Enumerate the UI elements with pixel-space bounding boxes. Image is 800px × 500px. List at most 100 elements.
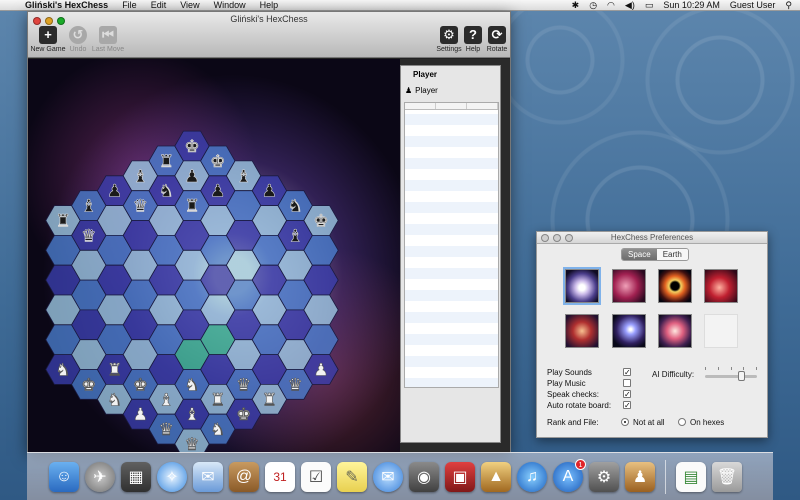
white-piece[interactable]: ♚ <box>81 375 97 396</box>
black-piece[interactable]: ♝ <box>132 167 148 188</box>
itunes-icon[interactable]: ♫ <box>517 461 547 492</box>
white-piece[interactable]: ♞ <box>210 420 226 441</box>
white-piece[interactable]: ♝ <box>184 405 200 426</box>
black-piece[interactable]: ♝ <box>236 167 252 188</box>
black-piece[interactable]: ♜ <box>184 196 200 217</box>
hex-board[interactable]: ♜ ♞ ♝ ♛ ♚ ♟ ♜ ♞ ♝ ♛ ♚ ♟ ♜ ♞ ♝ ♛ ♚ ♟ ♜ ♞ ♝ ♛ ♚ ♟ ♜ ♞ ♝ ♛ ♚ ♟ ♜ ♞ ♝ ♛ ♚ ♟ <box>28 59 400 452</box>
white-piece[interactable]: ♞ <box>184 375 200 396</box>
launchpad-icon[interactable]: ✈ <box>85 461 115 492</box>
menubar-user[interactable]: Guest User <box>730 0 776 10</box>
white-piece[interactable]: ♛ <box>287 375 303 396</box>
finder-icon[interactable]: ☺ <box>49 461 79 492</box>
black-piece[interactable]: ♟ <box>107 181 123 202</box>
documents-stack-icon[interactable]: ▤ <box>676 461 706 492</box>
black-piece[interactable]: ♟ <box>261 181 277 202</box>
play-sounds-checkbox[interactable]: ✓ <box>623 368 631 377</box>
white-piece[interactable]: ♛ <box>158 420 174 441</box>
menu-help[interactable]: Help <box>253 0 286 11</box>
prefs-close-button[interactable] <box>541 234 549 242</box>
white-piece[interactable]: ♜ <box>261 390 277 411</box>
prefs-zoom-button[interactable] <box>565 234 573 242</box>
battery-icon[interactable]: ▭ <box>645 0 654 11</box>
undo-label: Undo <box>69 46 87 53</box>
white-piece[interactable]: ♟ <box>313 360 329 381</box>
facetime-icon[interactable]: ◉ <box>409 461 439 492</box>
black-piece[interactable]: ♜ <box>158 152 174 173</box>
white-piece[interactable]: ♞ <box>107 390 123 411</box>
menu-file[interactable]: File <box>115 0 144 11</box>
rank-file-not-at-all-radio[interactable] <box>621 418 629 426</box>
messages-icon[interactable]: ✉ <box>373 461 403 492</box>
spotlight-icon[interactable]: ⚲ <box>785 0 792 11</box>
background-thumb-4[interactable] <box>704 269 738 303</box>
calendar-icon[interactable]: 31 <box>265 461 295 492</box>
black-piece[interactable]: ♜ <box>55 211 71 232</box>
ai-difficulty-slider[interactable] <box>705 371 757 381</box>
menubar-clock[interactable]: Sun 10:29 AM <box>663 0 720 10</box>
white-piece[interactable]: ♞ <box>55 360 71 381</box>
tab-space[interactable]: Space <box>622 249 657 260</box>
ai-difficulty-knob[interactable] <box>738 371 746 381</box>
rank-file-on-hexes-radio[interactable] <box>678 418 686 426</box>
timemachine-icon[interactable]: ◷ <box>589 0 597 11</box>
white-piece[interactable]: ♜ <box>107 360 123 381</box>
black-piece[interactable]: ♞ <box>287 196 303 217</box>
volume-icon[interactable]: ◀) <box>625 0 635 11</box>
black-piece[interactable]: ♟ <box>184 167 200 188</box>
black-piece[interactable]: ♛ <box>81 226 97 247</box>
mail-icon[interactable]: ✉ <box>193 461 223 492</box>
mission-control-icon[interactable]: ▦ <box>121 461 151 492</box>
play-music-checkbox[interactable] <box>623 379 631 387</box>
move-list-panel: Player ♟ Player <box>400 65 501 443</box>
white-piece[interactable]: ♛ <box>236 375 252 396</box>
menu-app-name[interactable]: Gliński's HexChess <box>18 0 115 11</box>
background-thumb-3[interactable] <box>658 269 692 303</box>
white-piece[interactable]: ♝ <box>158 390 174 411</box>
safari-icon[interactable]: ✧ <box>157 461 187 492</box>
ai-difficulty-label: AI Difficulty: <box>652 370 695 379</box>
white-piece[interactable]: ♜ <box>210 390 226 411</box>
black-piece[interactable]: ♝ <box>81 196 97 217</box>
black-piece[interactable]: ♛ <box>132 196 148 217</box>
last-move-button[interactable]: ⏮ Last Move <box>90 26 126 53</box>
menu-edit[interactable]: Edit <box>144 0 174 11</box>
background-thumb-7[interactable] <box>658 314 692 348</box>
menu-view[interactable]: View <box>173 0 206 11</box>
notes-icon[interactable]: ✎ <box>337 461 367 492</box>
white-piece[interactable]: ♟ <box>132 405 148 426</box>
trash-icon[interactable]: 🗑 <box>712 461 742 492</box>
black-piece[interactable]: ♚ <box>313 211 329 232</box>
iphoto-icon[interactable]: ▲ <box>481 461 511 492</box>
background-thumb-2[interactable] <box>612 269 646 303</box>
tab-earth[interactable]: Earth <box>656 249 688 260</box>
white-piece[interactable]: ♚ <box>132 375 148 396</box>
black-piece[interactable]: ♚ <box>210 152 226 173</box>
reminders-icon[interactable]: ☑ <box>301 461 331 492</box>
play-music-label: Play Music <box>547 379 586 388</box>
white-piece[interactable]: ♚ <box>236 405 252 426</box>
wifi-icon[interactable]: ◠ <box>607 0 615 11</box>
hexchess-dock-icon[interactable]: ♟ <box>625 461 655 492</box>
rotate-button[interactable]: ⟳ Rotate <box>479 26 515 53</box>
rank-file-label: Rank and File: <box>547 418 599 427</box>
black-piece[interactable]: ♝ <box>287 226 303 247</box>
background-thumb-5[interactable] <box>565 314 599 348</box>
auto-rotate-checkbox[interactable]: ✓ <box>623 401 631 410</box>
black-piece[interactable]: ♟ <box>210 181 226 202</box>
photo-booth-icon[interactable]: ▣ <box>445 461 475 492</box>
rank-file-not-at-all-label: Not at all <box>633 418 665 427</box>
background-thumb-1[interactable] <box>563 267 601 305</box>
app-store-icon[interactable]: A 1 <box>553 458 586 492</box>
speak-checks-checkbox[interactable]: ✓ <box>623 390 631 399</box>
contacts-icon[interactable]: @ <box>229 461 259 492</box>
menu-window[interactable]: Window <box>207 0 253 11</box>
theme-segmented-control: Space Earth <box>621 248 689 261</box>
black-piece[interactable]: ♞ <box>158 181 174 202</box>
move-list-table[interactable] <box>404 102 499 388</box>
black-piece[interactable]: ♚ <box>184 137 200 158</box>
background-thumb-6[interactable] <box>612 314 646 348</box>
bluetooth-icon[interactable]: ✱ <box>572 0 580 11</box>
prefs-minimize-button[interactable] <box>553 234 561 242</box>
system-preferences-icon[interactable]: ⚙ <box>589 461 619 492</box>
white-piece[interactable]: ♛ <box>184 435 200 452</box>
